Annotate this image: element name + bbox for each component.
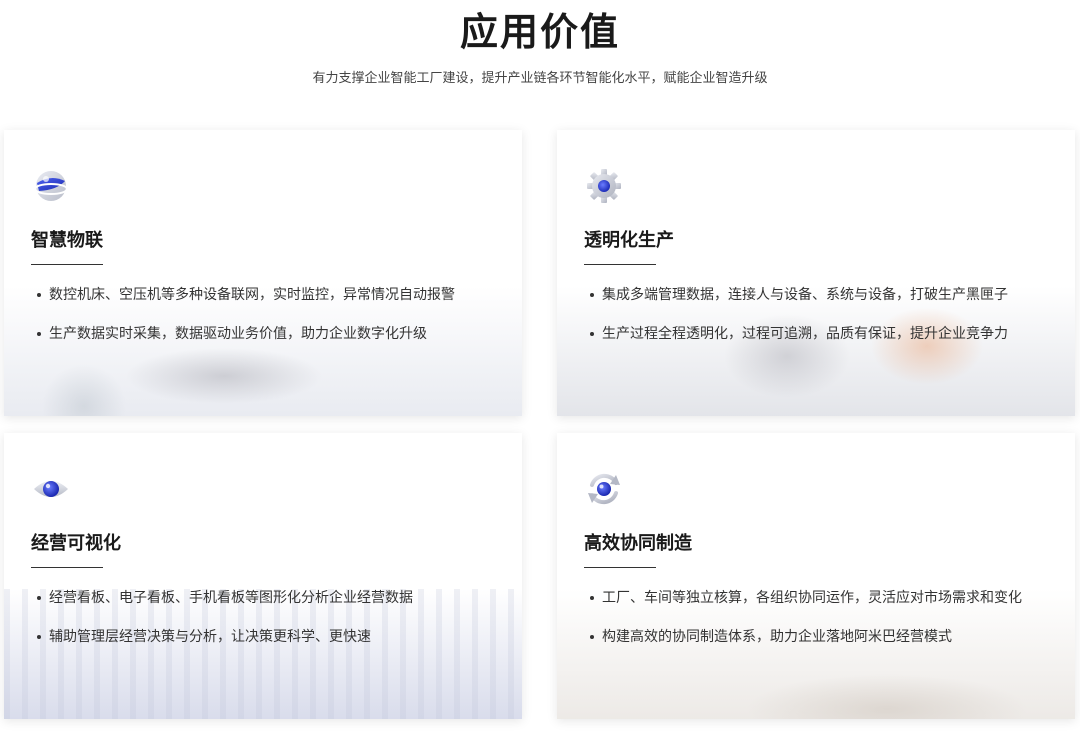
page-title: 应用价值 bbox=[459, 10, 620, 54]
title-underline bbox=[584, 264, 656, 265]
section-header: 应用价值 有力支撑企业智能工厂建设，提升产业链各环节智能化水平，赋能企业智造升级 bbox=[0, 0, 1080, 88]
card-title: 经营可视化 bbox=[31, 533, 121, 554]
card-feature-list: 集成多端管理数据，连接人与设备、系统与设备，打破生产黑匣子 生产过程全程透明化，… bbox=[584, 285, 1075, 344]
title-underline bbox=[31, 567, 103, 568]
list-item: 辅助管理层经营决策与分析，让决策更科学、更快速 bbox=[31, 627, 522, 647]
card-feature-list: 经营看板、电子看板、手机看板等图形化分析企业经营数据 辅助管理层经营决策与分析，… bbox=[31, 588, 522, 647]
title-underline bbox=[31, 264, 103, 265]
page-subtitle: 有力支撑企业智能工厂建设，提升产业链各环节智能化水平，赋能企业智造升级 bbox=[312, 71, 768, 86]
gear-icon bbox=[587, 169, 621, 203]
card-business-visualization: 经营可视化 经营看板、电子看板、手机看板等图形化分析企业经营数据 辅助管理层经营… bbox=[4, 433, 522, 719]
list-item: 生产过程全程透明化，过程可追溯，品质有保证，提升企业竞争力 bbox=[584, 324, 1075, 344]
list-item: 工厂、车间等独立核算，各组织协同运作，灵活应对市场需求和变化 bbox=[584, 588, 1075, 608]
card-transparent-production: 透明化生产 集成多端管理数据，连接人与设备、系统与设备，打破生产黑匣子 生产过程… bbox=[557, 130, 1075, 416]
list-item: 生产数据实时采集，数据驱动业务价值，助力企业数字化升级 bbox=[31, 324, 522, 344]
title-underline bbox=[584, 567, 656, 568]
card-title: 高效协同制造 bbox=[584, 533, 692, 554]
value-card-grid: 智慧物联 数控机床、空压机等多种设备联网，实时监控，异常情况自动报警 生产数据实… bbox=[4, 130, 1076, 719]
list-item: 数控机床、空压机等多种设备联网，实时监控，异常情况自动报警 bbox=[31, 285, 522, 305]
card-feature-list: 数控机床、空压机等多种设备联网，实时监控，异常情况自动报警 生产数据实时采集，数… bbox=[31, 285, 522, 344]
card-title: 智慧物联 bbox=[31, 230, 103, 251]
eye-icon bbox=[34, 481, 68, 497]
page: 应用价值 有力支撑企业智能工厂建设，提升产业链各环节智能化水平，赋能企业智造升级 bbox=[0, 0, 1080, 732]
sync-icon bbox=[588, 473, 620, 505]
list-item: 经营看板、电子看板、手机看板等图形化分析企业经营数据 bbox=[31, 588, 522, 608]
card-feature-list: 工厂、车间等独立核算，各组织协同运作，灵活应对市场需求和变化 构建高效的协同制造… bbox=[584, 588, 1075, 647]
card-smart-iot: 智慧物联 数控机床、空压机等多种设备联网，实时监控，异常情况自动报警 生产数据实… bbox=[4, 130, 522, 416]
card-title: 透明化生产 bbox=[584, 230, 674, 251]
globe-icon bbox=[34, 171, 68, 201]
card-collaborative-manufacturing: 高效协同制造 工厂、车间等独立核算，各组织协同运作，灵活应对市场需求和变化 构建… bbox=[557, 433, 1075, 719]
list-item: 构建高效的协同制造体系，助力企业落地阿米巴经营模式 bbox=[584, 627, 1075, 647]
list-item: 集成多端管理数据，连接人与设备、系统与设备，打破生产黑匣子 bbox=[584, 285, 1075, 305]
